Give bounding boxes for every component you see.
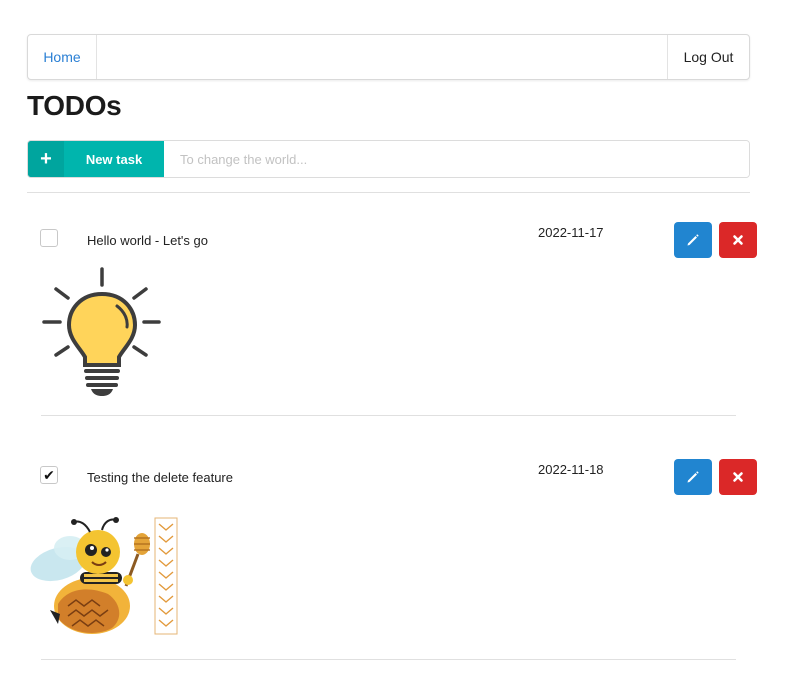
new-task-input[interactable]: [164, 141, 749, 177]
edit-task-button[interactable]: [674, 459, 712, 495]
delete-task-button[interactable]: [719, 222, 757, 258]
task-checkbox[interactable]: [40, 229, 58, 247]
task-divider: [41, 659, 736, 660]
task-date: 2022-11-18: [538, 462, 604, 477]
nav-home-link[interactable]: Home: [28, 35, 97, 79]
edit-task-button[interactable]: [674, 222, 712, 258]
pencil-icon: [687, 234, 699, 246]
task-text: Testing the delete feature: [87, 470, 233, 485]
new-task-button[interactable]: + New task: [28, 141, 164, 177]
task-divider: [41, 415, 736, 416]
task-checkbox[interactable]: ✔: [40, 466, 58, 484]
divider: [27, 192, 750, 193]
new-task-label: New task: [85, 151, 143, 167]
page-title: TODOs: [27, 90, 122, 121]
task-date: 2022-11-17: [538, 225, 604, 240]
close-icon: [733, 235, 743, 245]
lightbulb-icon: [42, 267, 161, 396]
plus-icon: +: [28, 141, 64, 177]
nav-logout-link[interactable]: Log Out: [667, 35, 749, 79]
delete-task-button[interactable]: [719, 459, 757, 495]
check-icon: ✔: [43, 466, 55, 483]
pencil-icon: [687, 471, 699, 483]
bee-honey-icon: [30, 517, 178, 635]
task-text: Hello world - Let's go: [87, 233, 208, 248]
new-task-bar: + New task: [27, 140, 750, 178]
close-icon: [733, 472, 743, 482]
top-navbar: Home Log Out: [27, 34, 750, 80]
